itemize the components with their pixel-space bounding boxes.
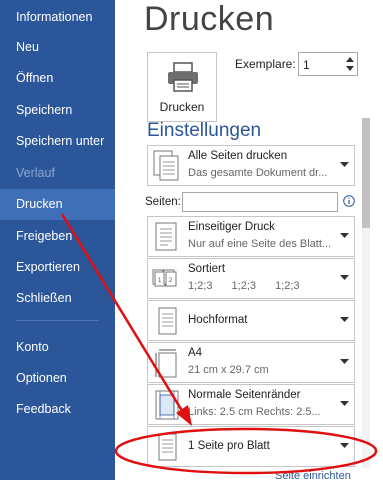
pages-stack-icon bbox=[153, 150, 179, 181]
nav-neu[interactable]: Neu bbox=[0, 32, 115, 63]
nav-oeffnen[interactable]: Öffnen bbox=[0, 63, 115, 94]
setting-duplex[interactable]: Einseitiger Druck Nur auf eine Seite des… bbox=[147, 216, 355, 257]
backstage-sidebar: Informationen Neu Öffnen Speichern Speic… bbox=[0, 0, 115, 480]
collation-order: 1;2;3 1;2;3 1;2;3 bbox=[188, 280, 316, 292]
nav-freigeben[interactable]: Freigeben bbox=[0, 221, 115, 252]
setting-title: Hochformat bbox=[188, 314, 248, 326]
margins-icon bbox=[155, 390, 179, 420]
nav-konto[interactable]: Konto bbox=[0, 332, 115, 363]
page-setup-link[interactable]: Seite einrichten bbox=[275, 470, 351, 480]
setting-title: A4 bbox=[188, 347, 203, 359]
print-panel: Drucken Drucken Exemplare: 1 Einstellung… bbox=[115, 0, 383, 480]
info-icon[interactable] bbox=[343, 195, 355, 207]
nav-speichern-unter[interactable]: Speichern unter bbox=[0, 126, 115, 157]
nav-speichern[interactable]: Speichern bbox=[0, 95, 115, 126]
printer-icon bbox=[168, 62, 198, 92]
collation-set: 1;2;3 bbox=[188, 280, 213, 292]
setting-print-range[interactable]: Alle Seiten drucken Das gesamte Dokument… bbox=[147, 145, 355, 186]
single-sided-icon bbox=[155, 222, 177, 251]
setting-subtitle: 21 cm x 29.7 cm bbox=[188, 364, 269, 376]
setting-collation[interactable]: 1 2 Sortiert 1;2;3 1;2;3 1;2;3 bbox=[147, 258, 355, 299]
setting-subtitle: Nur auf eine Seite des Blatt... bbox=[188, 238, 332, 250]
chevron-down-icon bbox=[340, 401, 349, 406]
paper-size-icon bbox=[155, 349, 177, 378]
settings-scrollbar[interactable] bbox=[362, 118, 370, 468]
nav-optionen[interactable]: Optionen bbox=[0, 363, 115, 394]
setting-title: Sortiert bbox=[188, 263, 226, 275]
setting-title: 1 Seite pro Blatt bbox=[188, 440, 270, 452]
portrait-page-icon bbox=[158, 307, 177, 335]
chevron-down-icon bbox=[340, 443, 349, 448]
page-title: Drucken bbox=[144, 0, 275, 38]
nav-verlauf: Verlauf bbox=[16, 166, 55, 180]
copies-value: 1 bbox=[303, 58, 310, 72]
collation-set: 1;2;3 bbox=[231, 280, 256, 292]
nav-exportieren[interactable]: Exportieren bbox=[0, 252, 115, 283]
chevron-down-icon bbox=[340, 359, 349, 364]
nav-informationen[interactable]: Informationen bbox=[0, 2, 115, 33]
chevron-down-icon bbox=[340, 233, 349, 238]
copies-label: Exemplare: bbox=[235, 57, 296, 71]
settings-heading: Einstellungen bbox=[147, 120, 262, 141]
chevron-down-icon bbox=[340, 162, 349, 167]
setting-title: Normale Seitenränder bbox=[188, 389, 301, 401]
setting-orientation[interactable]: Hochformat bbox=[147, 300, 355, 341]
scrollbar-thumb[interactable] bbox=[362, 118, 370, 228]
chevron-down-icon bbox=[340, 275, 349, 280]
print-button-label: Drucken bbox=[159, 100, 205, 114]
nav-schliessen[interactable]: Schließen bbox=[0, 283, 115, 314]
nav-feedback[interactable]: Feedback bbox=[0, 394, 115, 425]
collated-icon: 1 2 bbox=[152, 269, 177, 287]
spin-arrows-icon[interactable] bbox=[345, 55, 355, 73]
setting-subtitle: Links: 2.5 cm Rechts: 2.5... bbox=[188, 406, 321, 418]
copies-spinbox[interactable]: 1 bbox=[298, 52, 358, 76]
pages-input[interactable] bbox=[182, 192, 338, 212]
setting-margins[interactable]: Normale Seitenränder Links: 2.5 cm Recht… bbox=[147, 384, 355, 425]
collation-set: 1;2;3 bbox=[275, 280, 300, 292]
setting-paper-size[interactable]: A4 21 cm x 29.7 cm bbox=[147, 342, 355, 383]
chevron-down-icon bbox=[340, 317, 349, 322]
setting-pages-per-sheet[interactable]: 1 Seite pro Blatt bbox=[147, 426, 355, 467]
setting-title: Einseitiger Druck bbox=[188, 221, 275, 233]
setting-title: Alle Seiten drucken bbox=[188, 150, 288, 162]
pages-label: Seiten: bbox=[145, 196, 181, 208]
one-page-per-sheet-icon bbox=[158, 433, 177, 461]
sidebar-divider bbox=[16, 320, 99, 321]
nav-drucken[interactable]: Drucken bbox=[0, 189, 115, 220]
print-button[interactable]: Drucken bbox=[147, 52, 217, 122]
setting-subtitle: Das gesamte Dokument dr... bbox=[188, 167, 328, 179]
